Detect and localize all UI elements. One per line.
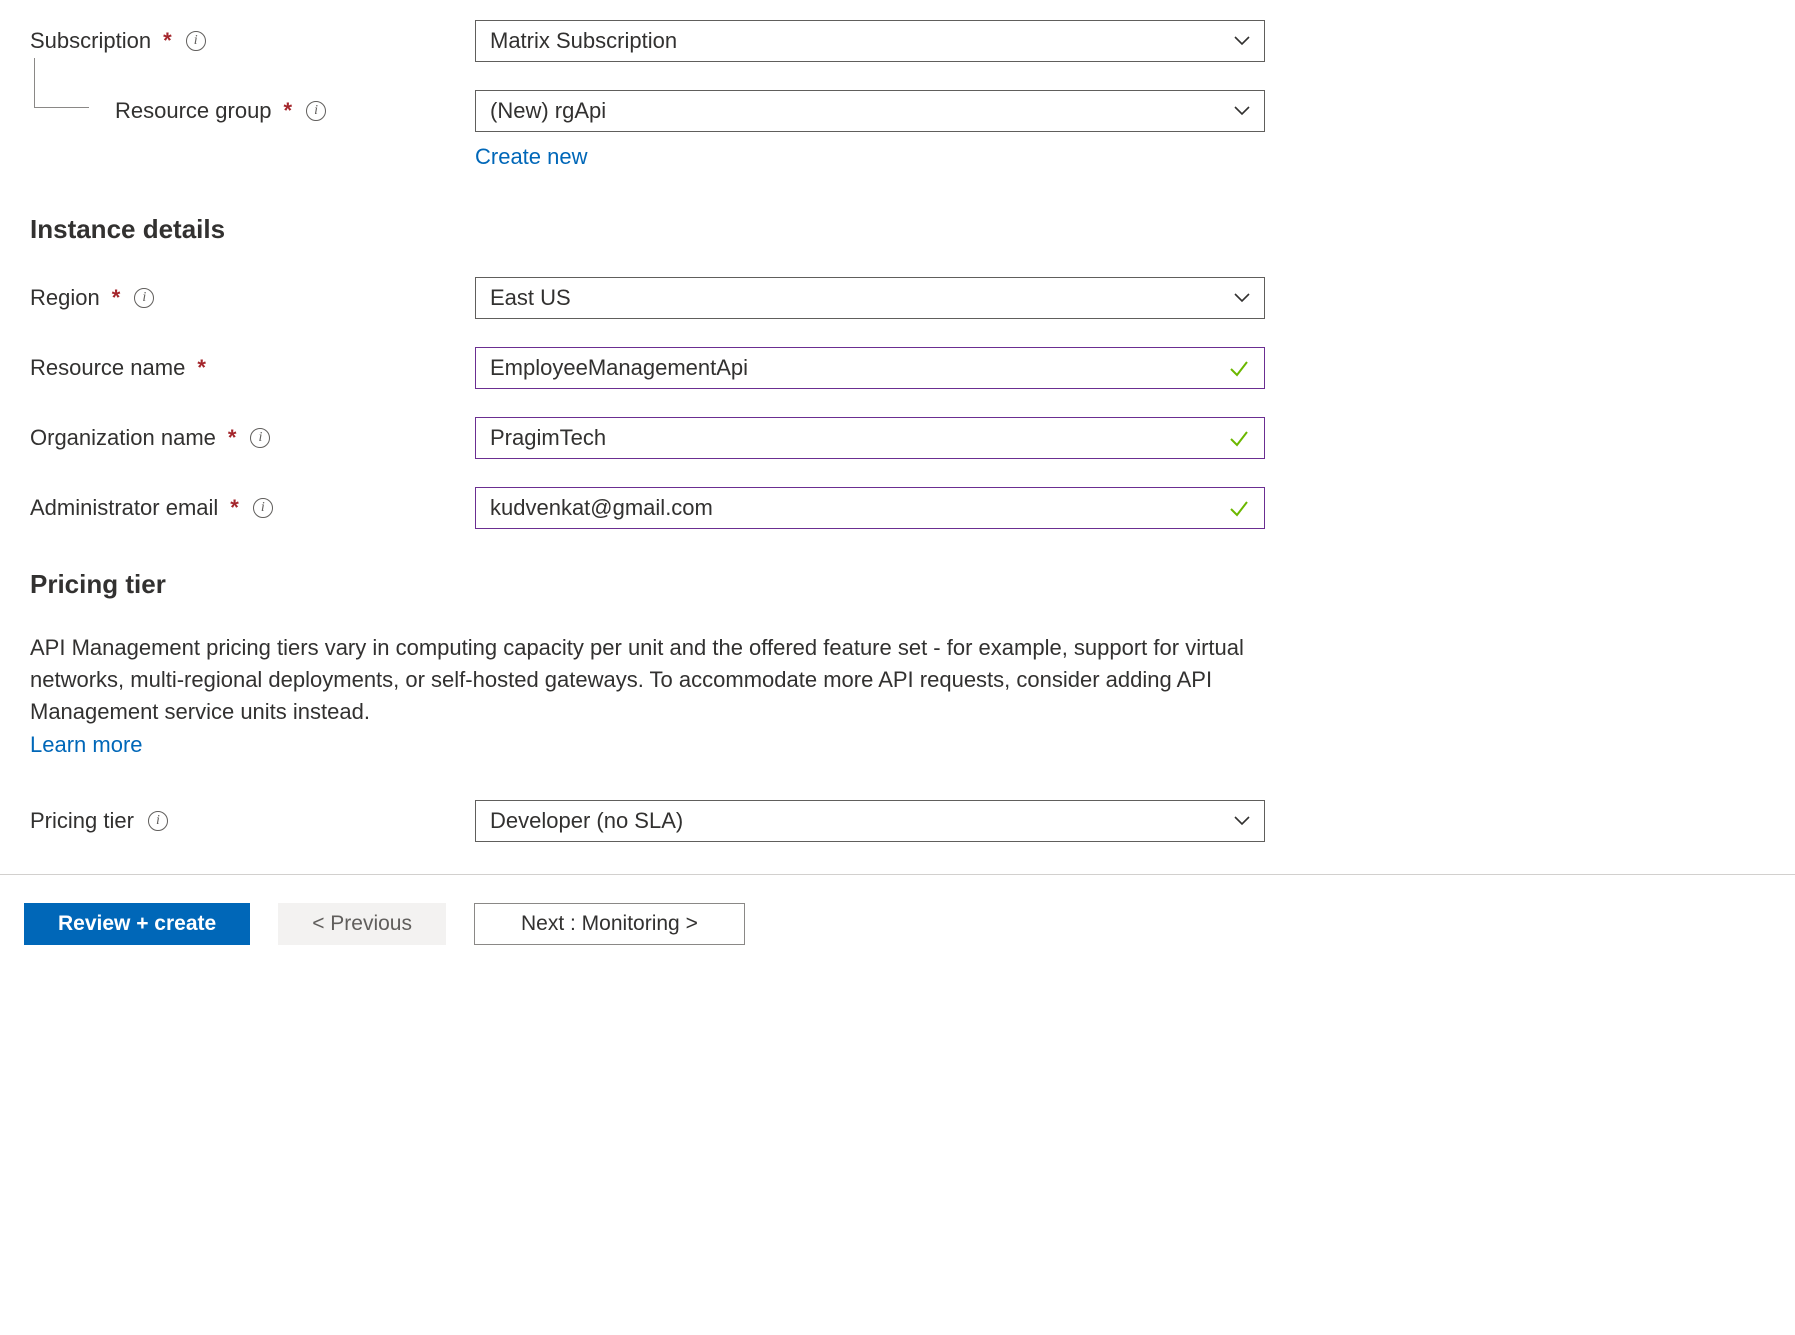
pricing-tier-dropdown[interactable]: Developer (no SLA) [475,800,1265,842]
chevron-down-icon [1234,106,1250,116]
pricing-tier-value: Developer (no SLA) [490,808,1234,834]
organization-name-input[interactable] [475,417,1265,459]
resource-name-label: Resource name [30,355,185,381]
organization-name-field[interactable] [490,425,1228,451]
subscription-dropdown[interactable]: Matrix Subscription [475,20,1265,62]
required-indicator: * [197,355,206,381]
check-icon [1228,427,1250,449]
chevron-down-icon [1234,816,1250,826]
organization-name-label: Organization name [30,425,216,451]
pricing-description: API Management pricing tiers vary in com… [30,632,1245,728]
resource-group-label: Resource group [115,98,272,124]
info-icon[interactable]: i [134,288,154,308]
info-icon[interactable]: i [148,811,168,831]
previous-button[interactable]: < Previous [278,903,446,945]
pricing-tier-label: Pricing tier [30,808,134,834]
footer-bar: Review + create < Previous Next : Monito… [0,874,1795,963]
create-new-link[interactable]: Create new [475,144,588,169]
info-icon[interactable]: i [253,498,273,518]
resource-group-dropdown[interactable]: (New) rgApi [475,90,1265,132]
info-icon[interactable]: i [306,101,326,121]
required-indicator: * [284,98,293,124]
region-value: East US [490,285,1234,311]
subscription-value: Matrix Subscription [490,28,1234,54]
info-icon[interactable]: i [186,31,206,51]
instance-details-heading: Instance details [30,214,1765,245]
next-button[interactable]: Next : Monitoring > [474,903,745,945]
chevron-down-icon [1234,293,1250,303]
tree-connector [34,58,89,108]
region-label: Region [30,285,100,311]
subscription-label: Subscription [30,28,151,54]
chevron-down-icon [1234,36,1250,46]
learn-more-link[interactable]: Learn more [30,732,143,757]
administrator-email-label: Administrator email [30,495,218,521]
required-indicator: * [163,28,172,54]
resource-group-value: (New) rgApi [490,98,1234,124]
pricing-tier-heading: Pricing tier [30,569,1765,600]
info-icon[interactable]: i [250,428,270,448]
check-icon [1228,497,1250,519]
required-indicator: * [228,425,237,451]
resource-name-input[interactable] [475,347,1265,389]
required-indicator: * [230,495,239,521]
check-icon [1228,357,1250,379]
administrator-email-field[interactable] [490,495,1228,521]
resource-name-field[interactable] [490,355,1228,381]
review-create-button[interactable]: Review + create [24,903,250,945]
administrator-email-input[interactable] [475,487,1265,529]
region-dropdown[interactable]: East US [475,277,1265,319]
required-indicator: * [112,285,121,311]
